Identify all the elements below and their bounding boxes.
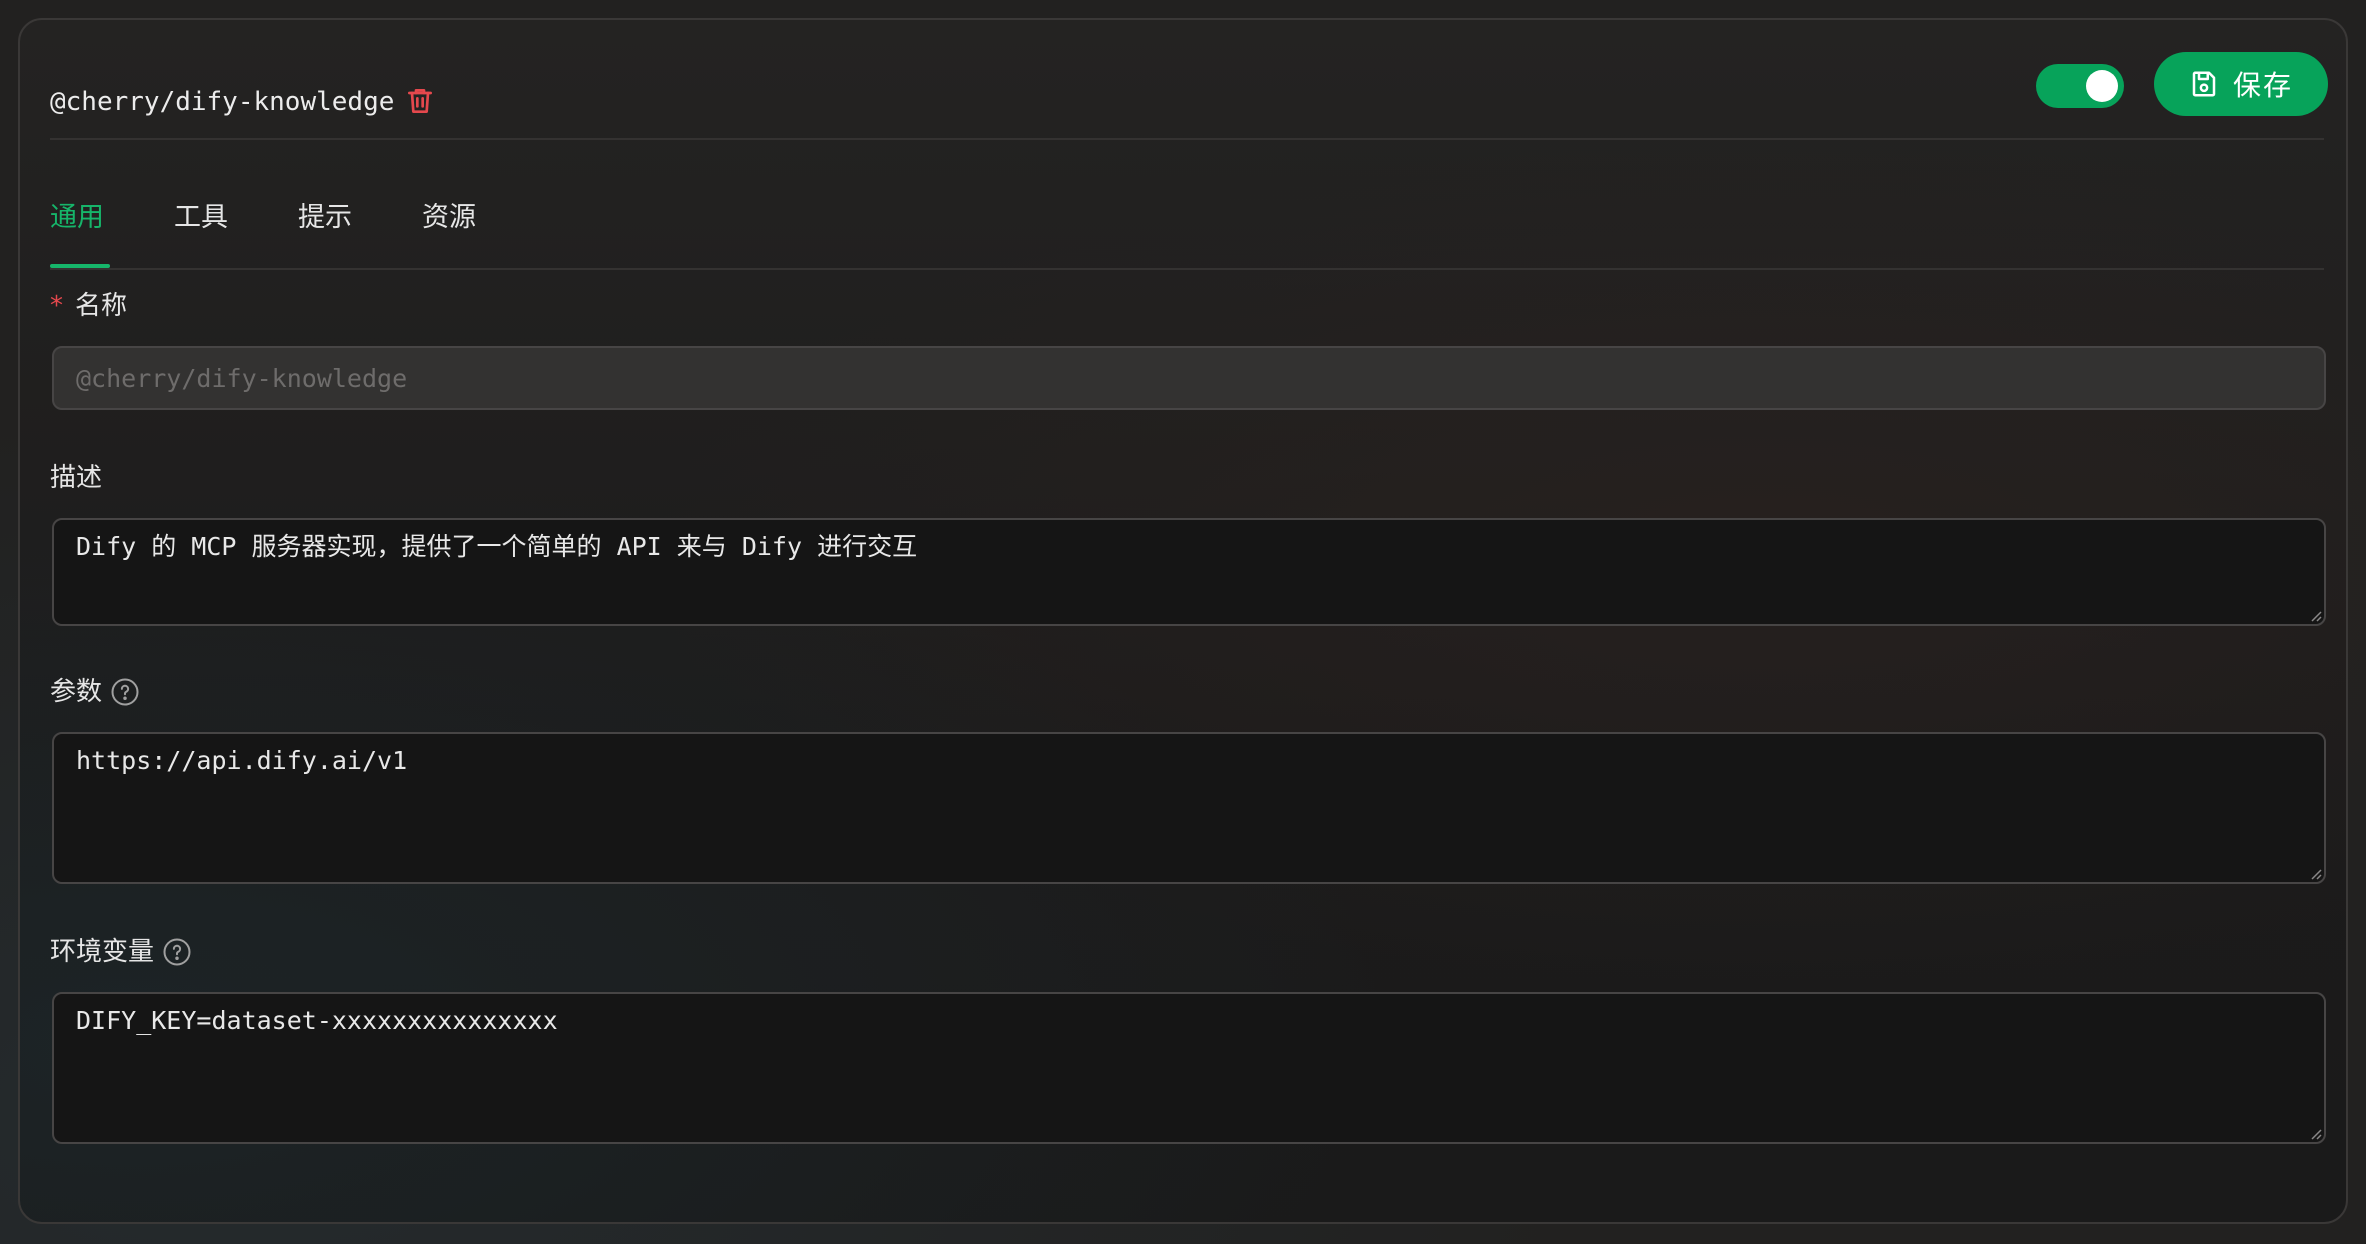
- panel-header: @cherry/dify-knowledge 保存: [50, 20, 2328, 140]
- env-textarea[interactable]: DIFY_KEY=dataset-xxxxxxxxxxxxxxx: [52, 992, 2326, 1144]
- resize-handle-icon[interactable]: [2308, 866, 2322, 880]
- save-icon: [2192, 71, 2216, 97]
- tab-general[interactable]: 通用: [50, 200, 104, 236]
- name-label: * 名称: [50, 288, 127, 324]
- resize-handle-icon[interactable]: [2308, 608, 2322, 622]
- help-icon[interactable]: [110, 677, 140, 707]
- toggle-knob: [2086, 70, 2118, 102]
- resize-handle-icon[interactable]: [2308, 1126, 2322, 1140]
- required-mark: *: [50, 291, 63, 321]
- tab-prompts[interactable]: 提示: [298, 200, 352, 236]
- tab-bar: 通用 工具 提示 资源: [50, 138, 2324, 270]
- description-label-text: 描述: [50, 463, 103, 493]
- name-label-text: 名称: [75, 291, 128, 321]
- name-input[interactable]: @cherry/dify-knowledge: [52, 346, 2326, 410]
- description-textarea[interactable]: Dify 的 MCP 服务器实现，提供了一个简单的 API 来与 Dify 进行…: [52, 518, 2326, 626]
- env-label: 环境变量: [50, 934, 192, 970]
- tab-tools[interactable]: 工具: [174, 200, 228, 236]
- args-value: https://api.dify.ai/v1: [76, 746, 408, 775]
- active-tab-indicator: [50, 264, 110, 268]
- args-textarea[interactable]: https://api.dify.ai/v1: [52, 732, 2326, 884]
- save-button[interactable]: 保存: [2154, 52, 2328, 116]
- server-name-title: @cherry/dify-knowledge: [50, 87, 395, 117]
- help-icon[interactable]: [162, 937, 192, 967]
- server-enabled-toggle[interactable]: [2036, 64, 2124, 108]
- env-value: DIFY_KEY=dataset-xxxxxxxxxxxxxxx: [76, 1006, 558, 1035]
- env-label-text: 环境变量: [50, 937, 155, 967]
- mcp-server-settings-panel: @cherry/dify-knowledge 保存 通用 工具 提示 资源 * …: [18, 18, 2348, 1224]
- save-button-label: 保存: [2232, 69, 2293, 102]
- args-label-text: 参数: [50, 677, 103, 707]
- description-value: Dify 的 MCP 服务器实现，提供了一个简单的 API 来与 Dify 进行…: [76, 532, 918, 561]
- description-label: 描述: [50, 460, 102, 496]
- args-label: 参数: [50, 674, 140, 710]
- tab-resources[interactable]: 资源: [422, 200, 476, 236]
- delete-icon[interactable]: [404, 85, 436, 117]
